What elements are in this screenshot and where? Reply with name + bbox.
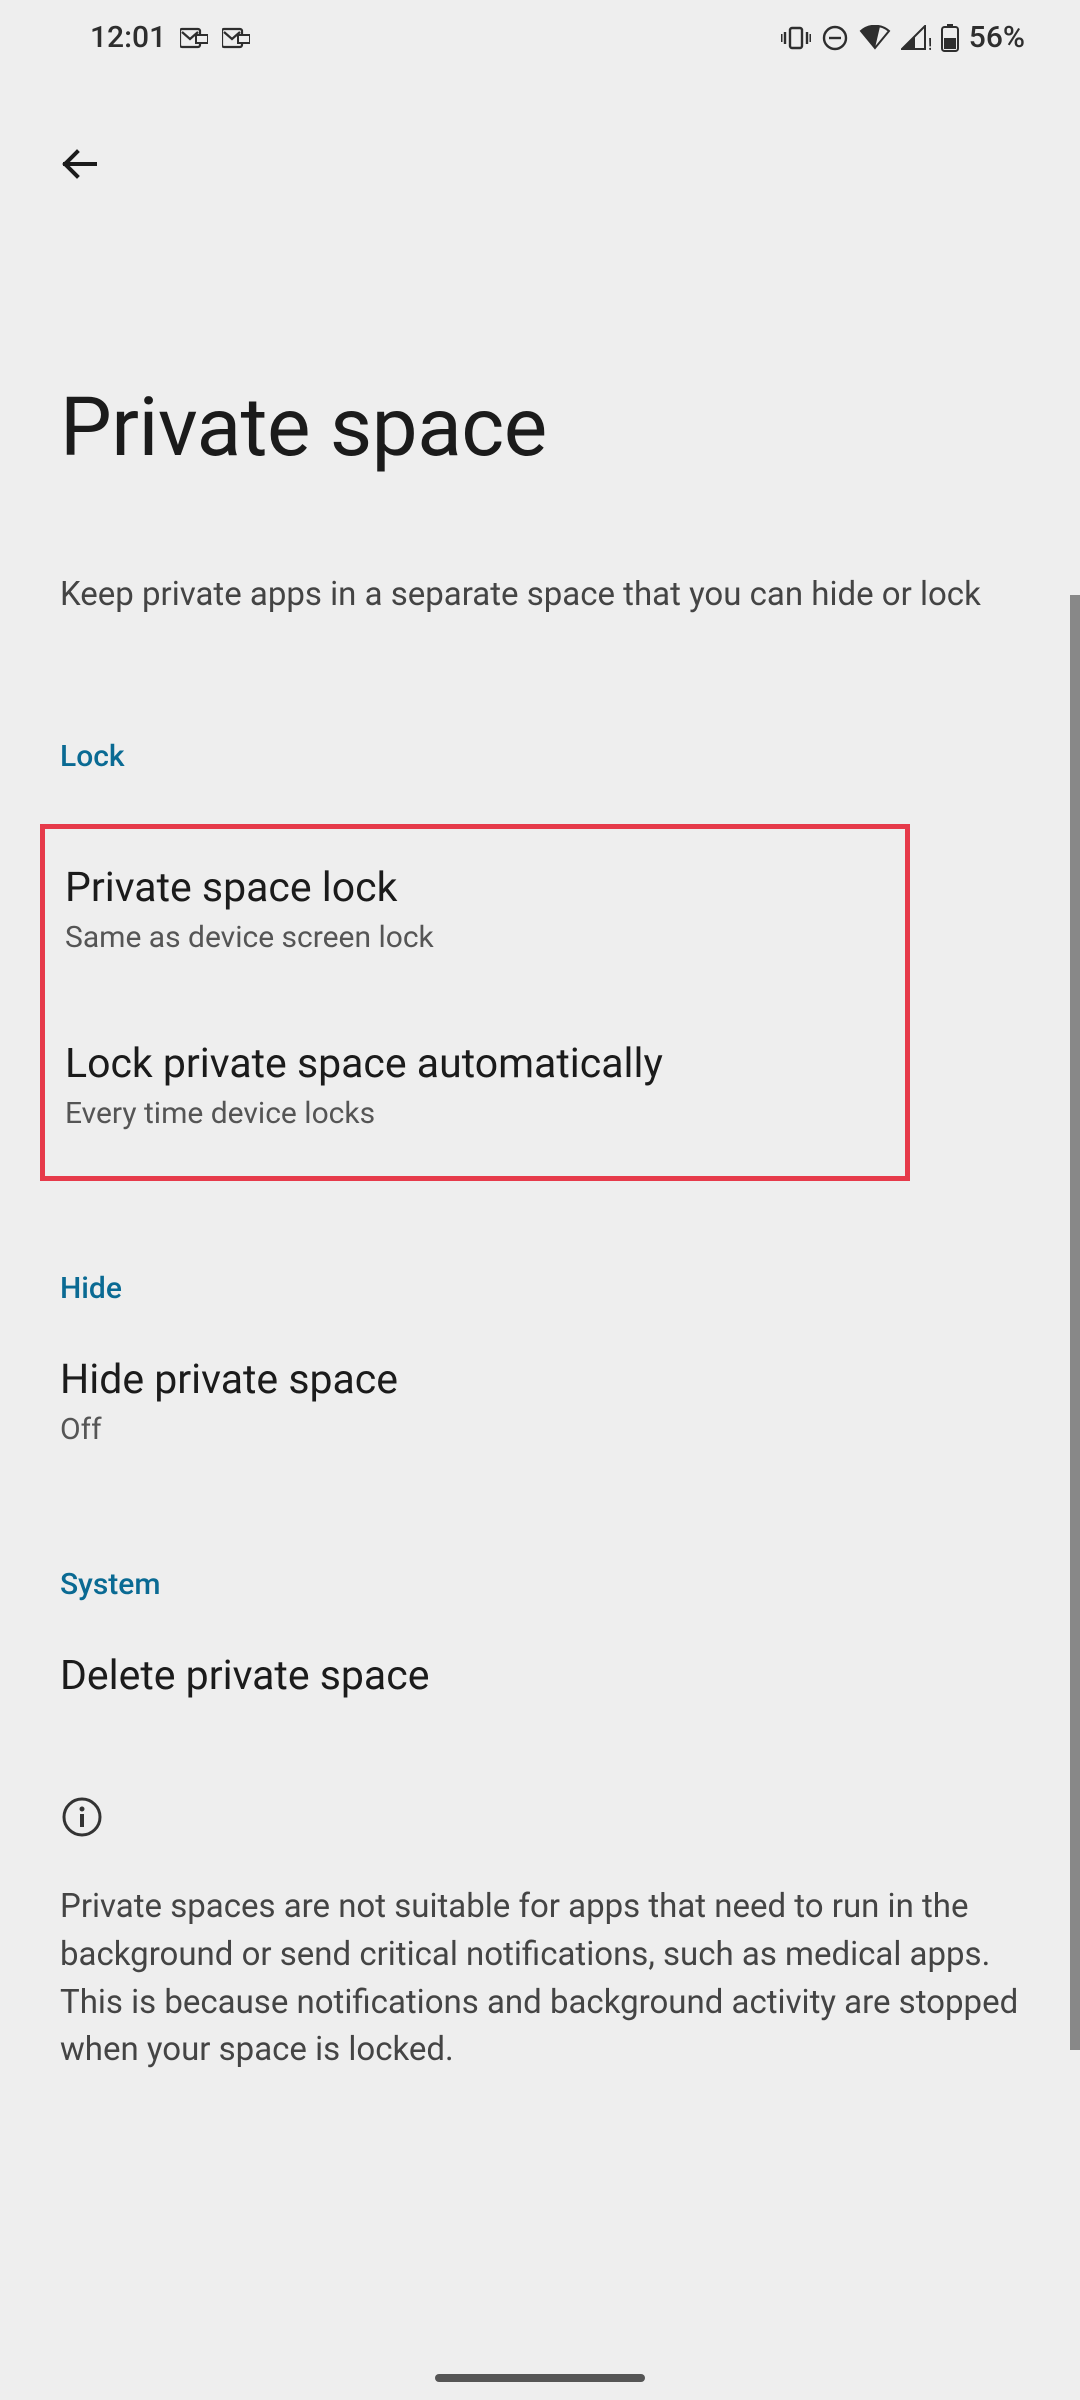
battery-icon bbox=[941, 24, 959, 52]
wifi-icon bbox=[859, 25, 891, 51]
vibrate-icon bbox=[781, 25, 811, 51]
status-time: 12:01 bbox=[90, 20, 166, 55]
setting-title: Lock private space automatically bbox=[65, 1040, 845, 1088]
page-title: Private space bbox=[60, 380, 1080, 476]
dnd-icon bbox=[821, 24, 849, 52]
gesture-nav-handle[interactable] bbox=[435, 2374, 645, 2382]
back-button[interactable] bbox=[40, 125, 120, 205]
setting-private-space-lock[interactable]: Private space lock Same as device screen… bbox=[45, 844, 905, 975]
status-left: 12:01 bbox=[90, 20, 250, 55]
status-right: ! 56% bbox=[781, 20, 1025, 55]
info-text: Private spaces are not suitable for apps… bbox=[60, 1883, 1020, 2074]
svg-text:!: ! bbox=[928, 35, 931, 51]
battery-percent: 56% bbox=[969, 20, 1025, 55]
setting-hide-private-space[interactable]: Hide private space Off bbox=[0, 1356, 1080, 1447]
setting-subtitle: Same as device screen lock bbox=[65, 920, 845, 955]
setting-subtitle: Off bbox=[60, 1412, 1020, 1447]
setting-subtitle: Every time device locks bbox=[65, 1096, 845, 1131]
section-header-hide: Hide bbox=[60, 1271, 1080, 1306]
cell-signal-icon: ! bbox=[901, 25, 931, 51]
page-subtitle: Keep private apps in a separate space th… bbox=[60, 571, 1020, 619]
setting-title: Delete private space bbox=[60, 1652, 1020, 1700]
section-header-system: System bbox=[60, 1567, 1080, 1602]
highlight-annotation: Private space lock Same as device screen… bbox=[40, 824, 910, 1181]
setting-title: Hide private space bbox=[60, 1356, 1020, 1404]
outlook-icon-1 bbox=[180, 27, 208, 49]
info-block: Private spaces are not suitable for apps… bbox=[60, 1795, 1020, 2074]
arrow-back-icon bbox=[57, 141, 103, 190]
section-header-lock: Lock bbox=[60, 739, 1080, 774]
outlook-icon-2 bbox=[222, 27, 250, 49]
setting-title: Private space lock bbox=[65, 864, 845, 912]
scrollbar[interactable] bbox=[1070, 595, 1080, 2050]
setting-lock-automatically[interactable]: Lock private space automatically Every t… bbox=[45, 1020, 905, 1151]
setting-delete-private-space[interactable]: Delete private space bbox=[0, 1652, 1080, 1700]
info-icon bbox=[60, 1795, 1020, 1843]
status-bar: 12:01 ! 56% bbox=[0, 0, 1080, 65]
